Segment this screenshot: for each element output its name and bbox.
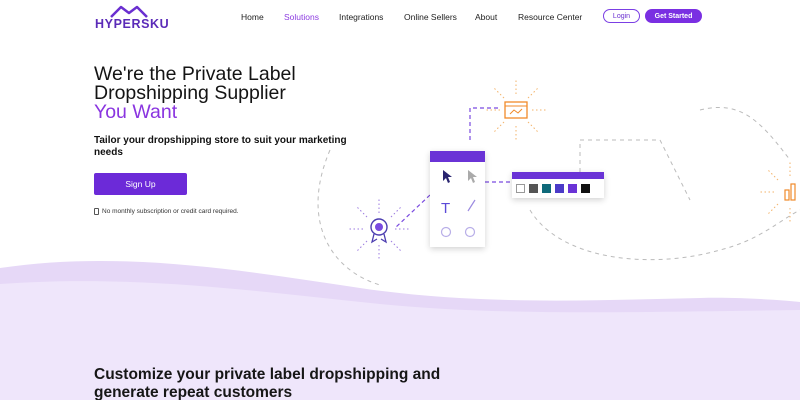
tool-icons: T [440, 170, 477, 238]
section-title: Customize your private label dropshippin… [94, 366, 441, 400]
nav-solutions[interactable]: Solutions [284, 12, 319, 22]
swatch-row [512, 179, 604, 193]
cursor-icon [443, 170, 452, 183]
nav-about[interactable]: About [475, 12, 497, 22]
line-tool-icon [467, 199, 476, 212]
note-text: No monthly subscription or credit card r… [102, 208, 239, 215]
tool-panel: T [430, 151, 485, 247]
color-palette [512, 172, 604, 198]
logo[interactable]: HYPERSKU [95, 4, 169, 31]
logo-text: HYPERSKU [95, 17, 170, 31]
color-swatch[interactable] [581, 184, 590, 193]
palette-header [512, 172, 604, 179]
text-tool-icon: T [441, 200, 450, 217]
get-started-button[interactable]: Get Started [645, 9, 702, 23]
hero-title-line3: You Want [94, 101, 178, 123]
circle-tool-icon [440, 226, 452, 238]
tool-panel-header [430, 151, 485, 162]
signup-button[interactable]: Sign Up [94, 173, 187, 195]
login-button[interactable]: Login [603, 9, 640, 23]
nav-integrations[interactable]: Integrations [339, 12, 383, 22]
logo-roof-icon [110, 5, 148, 18]
top-nav: HYPERSKU Home Solutions Integrations Onl… [0, 0, 800, 36]
hero-title: We're the Private Label Dropshipping Sup… [94, 64, 296, 123]
color-swatch[interactable] [542, 184, 551, 193]
browser-window-icon [486, 80, 546, 140]
color-swatch[interactable] [529, 184, 538, 193]
no-subscription-note: No monthly subscription or credit card r… [94, 208, 239, 215]
color-swatch[interactable] [555, 184, 564, 193]
hero-subtitle: Tailor your dropshipping store to suit y… [94, 135, 347, 158]
nav-home[interactable]: Home [241, 12, 264, 22]
nav-online-sellers[interactable]: Online Sellers [404, 12, 457, 22]
chart-icon [760, 162, 796, 222]
color-swatch[interactable] [568, 184, 577, 193]
circle-tool-icon [464, 226, 476, 238]
card-icon [94, 208, 99, 215]
nav-resource-center[interactable]: Resource Center [518, 12, 582, 22]
cursor-icon [468, 170, 477, 183]
color-swatch[interactable] [516, 184, 525, 193]
